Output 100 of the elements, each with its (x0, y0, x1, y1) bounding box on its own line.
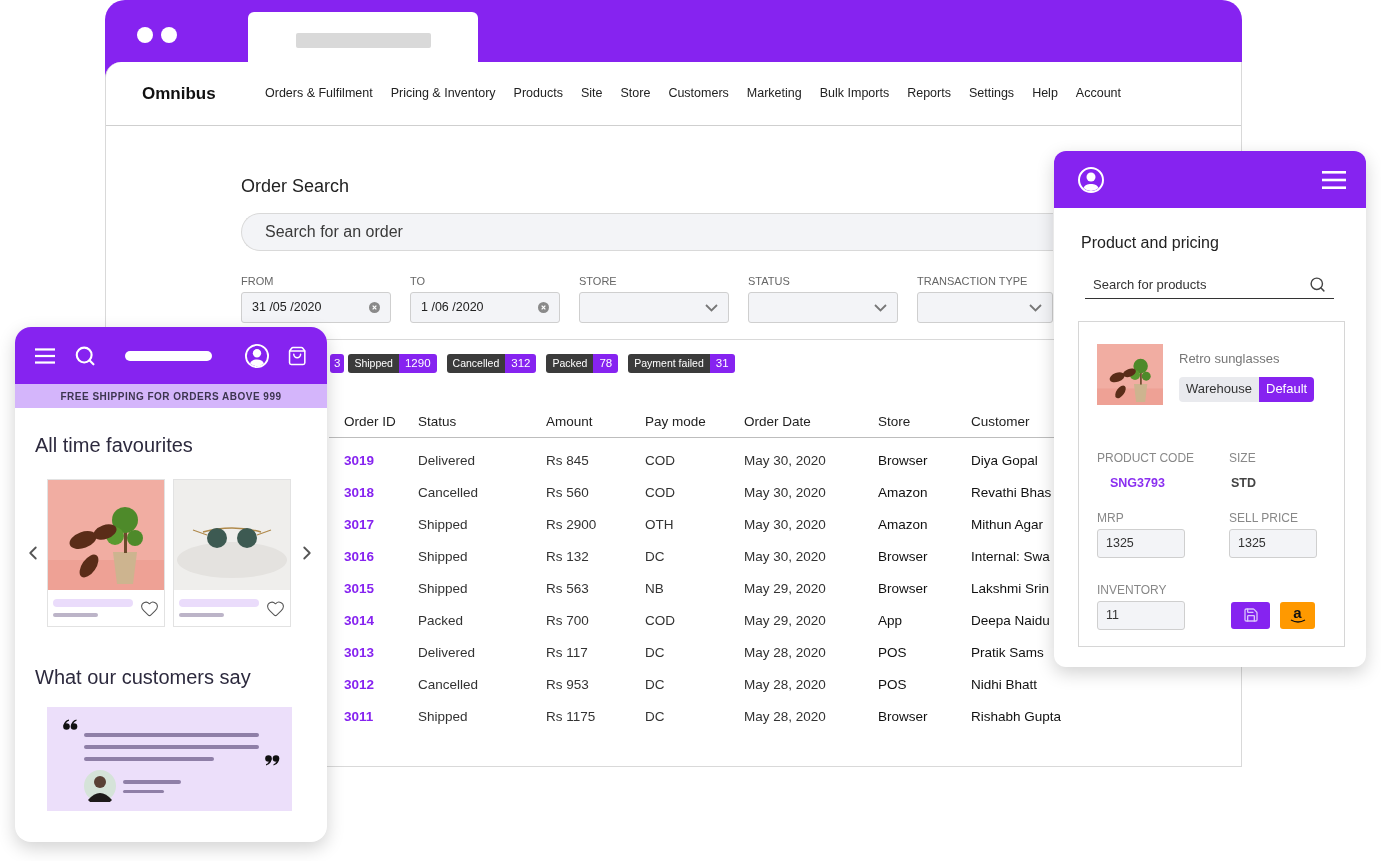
table-cell-text: Delivered (418, 643, 477, 662)
quote-open-icon (63, 719, 78, 730)
order-id-link[interactable]: 3015 (344, 578, 418, 600)
order-id-link[interactable]: 3017 (344, 514, 418, 536)
table-cell-text: Shipped (418, 579, 469, 598)
avatar (84, 770, 116, 802)
table-cell-text: NB (645, 579, 665, 598)
table-cell-text: Amazon (878, 483, 929, 502)
save-button[interactable] (1231, 601, 1270, 629)
field-label: SIZE (1229, 451, 1256, 465)
table-cell-text: Rs 700 (546, 611, 590, 630)
dropdown-field[interactable] (579, 292, 729, 323)
product-card[interactable] (47, 479, 165, 627)
table-cell-text: App (878, 611, 904, 630)
table-cell-text: DC (645, 547, 666, 566)
menu-icon[interactable] (35, 345, 56, 366)
product-card[interactable] (173, 479, 291, 627)
order-id-link[interactable]: 3012 (344, 674, 418, 696)
menu-icon[interactable] (1322, 169, 1346, 190)
order-id-link[interactable]: 3011 (344, 706, 418, 728)
search-icon[interactable] (1309, 276, 1326, 293)
table-cell-text: May 28, 2020 (744, 643, 827, 662)
table-cell-text: DC (645, 707, 666, 726)
table-cell-text: Internal: Swa (971, 547, 1050, 566)
marketplace-button[interactable]: a (1280, 601, 1315, 629)
clear-icon[interactable] (369, 302, 380, 313)
chevron-down-icon (874, 303, 887, 312)
heart-icon[interactable] (266, 598, 285, 618)
heart-icon[interactable] (140, 598, 159, 618)
field-label: SELL PRICE (1229, 510, 1299, 525)
save-icon (1242, 607, 1259, 624)
nav-link[interactable]: Customers (668, 84, 729, 103)
order-id-link[interactable]: 3016 (344, 546, 418, 568)
table-cell-text: Rs 117 (546, 643, 589, 662)
table-cell-text: May 28, 2020 (744, 675, 827, 694)
field-label: MRP (1097, 510, 1125, 525)
dropdown-field[interactable] (748, 292, 898, 323)
user-icon[interactable] (1078, 166, 1104, 193)
order-search-field[interactable]: Search for an order (241, 213, 1053, 251)
table-cell-text: Cancelled (418, 483, 480, 502)
nav-link[interactable]: Bulk Imports (819, 84, 890, 103)
clear-icon[interactable] (538, 302, 549, 313)
segment-button[interactable]: Warehouse (1179, 376, 1259, 402)
nav-link[interactable]: Reports (907, 84, 951, 103)
table-cell-text: May 30, 2020 (744, 483, 827, 502)
order-id-link[interactable]: 3018 (344, 482, 418, 504)
table-cell-text: DC (645, 643, 666, 662)
nav-link[interactable]: Site (580, 84, 603, 103)
nav-link[interactable]: Orders & Fulfilment (265, 84, 373, 103)
nav-link[interactable]: Account (1075, 84, 1121, 103)
column-header[interactable]: Order Date (744, 411, 878, 433)
bag-icon[interactable] (286, 344, 307, 367)
placeholder-bar (179, 613, 224, 617)
date-field[interactable]: 31 /05 /2020 (241, 292, 391, 323)
table-cell-text: Packed (418, 611, 465, 630)
nav-link[interactable]: Marketing (746, 84, 802, 103)
column-header[interactable]: Status (418, 411, 546, 433)
order-id-link[interactable]: 3019 (344, 450, 418, 472)
input-field[interactable]: 1325 (1229, 528, 1317, 558)
table-cell-text: May 29, 2020 (744, 579, 827, 598)
table-cell-text: May 30, 2020 (744, 547, 827, 566)
product-name: Retro sunglasses (1179, 350, 1281, 368)
input-field[interactable]: 1325 (1097, 528, 1185, 558)
column-header[interactable]: Amount (546, 411, 645, 433)
table-cell-text: Delivered (418, 451, 477, 470)
product-search-field[interactable]: Search for products (1085, 271, 1285, 298)
user-icon[interactable] (244, 343, 269, 368)
table-cell-text: Shipped (418, 547, 469, 566)
nav-link[interactable]: Store (620, 84, 651, 103)
dropdown-field[interactable] (917, 292, 1053, 323)
nav-link[interactable]: Products (513, 84, 563, 103)
table-cell-text: Rs 132 (546, 547, 590, 566)
table-cell-text: Rishabh Gupta (971, 707, 1062, 726)
table-cell-text: Rs 1175 (546, 707, 597, 726)
order-id-link[interactable]: 3013 (344, 642, 418, 664)
table-cell-text: Pratik Sams (971, 643, 1044, 662)
segment-button[interactable]: Default (1259, 376, 1315, 402)
table-cell-text: Rs 2900 (546, 515, 598, 534)
column-header[interactable]: Customer (971, 411, 1030, 433)
quote-close-icon (265, 755, 280, 766)
table-cell-text: COD (645, 483, 676, 502)
table-cell-text: COD (645, 451, 676, 470)
nav-link[interactable]: Settings (968, 84, 1015, 103)
table-cell-text: May 30, 2020 (744, 515, 827, 534)
order-id-link[interactable]: 3014 (344, 610, 418, 632)
table-cell-text: Deepa Naidu (971, 611, 1050, 630)
status-badge[interactable]: 3 (330, 354, 345, 373)
nav-link[interactable]: Pricing & Inventory (390, 84, 496, 103)
table-cell-text: Diya Gopal (971, 451, 1038, 470)
column-header[interactable]: Order ID (344, 411, 418, 433)
column-header[interactable]: Pay mode (645, 411, 744, 433)
input-field[interactable]: 11 (1097, 600, 1185, 630)
date-field[interactable]: 1 /06 /2020 (410, 292, 560, 323)
table-cell-text: Cancelled (418, 675, 480, 694)
page-title: Order Search (241, 176, 350, 196)
filter-label: STATUS (748, 275, 791, 288)
nav-link[interactable]: Help (1032, 84, 1058, 103)
table-cell-text: DC (645, 675, 666, 694)
column-header[interactable]: Store (878, 411, 971, 433)
section-title: All time favourites (34, 433, 194, 457)
